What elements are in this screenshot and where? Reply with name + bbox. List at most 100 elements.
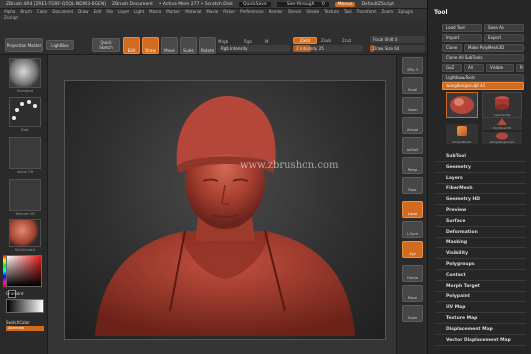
shelf-button[interactable]: Xyz	[402, 241, 423, 258]
tool-subpalette-item[interactable]: Polypaint	[446, 294, 470, 299]
edit-button[interactable]: Edit	[123, 37, 140, 54]
rgb-toggle[interactable]: Rgb	[244, 39, 252, 44]
draw-button[interactable]: Draw	[142, 37, 159, 54]
menu-item[interactable]: Layer	[118, 9, 129, 15]
tool-subpalette-item[interactable]: FiberMesh	[446, 186, 473, 191]
menu-item[interactable]: Stroke	[306, 9, 319, 15]
gradient-label[interactable]: Gradient	[6, 291, 23, 296]
shelf-button[interactable]: SPix 3	[402, 57, 423, 74]
tool-subpalette-item[interactable]: Texture Map	[446, 316, 477, 321]
tool-thumb-polymesh[interactable]: PolyMesh3D	[482, 118, 522, 130]
material-thumbnail[interactable]: SkinShade4	[9, 219, 41, 252]
quicksave-button[interactable]: QuickSave	[238, 1, 271, 7]
move-button[interactable]: Move	[161, 37, 178, 54]
tool-thumb-current[interactable]	[446, 92, 478, 118]
tool-subpalette-item[interactable]: Deformation	[446, 230, 478, 235]
tool-subpalette-item[interactable]: SubTool	[446, 154, 466, 159]
scale-button[interactable]: Scale	[180, 37, 197, 54]
tool-thumb-simplebrush[interactable]: SimpleBrush	[446, 124, 478, 144]
load-tool-button[interactable]: Load Tool	[442, 24, 482, 32]
color-picker[interactable]	[6, 255, 42, 287]
shelf-button[interactable]: Actual	[402, 117, 423, 134]
menu-item[interactable]: Render	[269, 9, 283, 15]
lightbox-button[interactable]: LightBox	[46, 40, 74, 50]
menu-item[interactable]: Marker	[166, 9, 180, 15]
menu-item[interactable]: Macro	[149, 9, 161, 15]
menu-item[interactable]: Brush	[20, 9, 32, 15]
tool-subpalette-item[interactable]: Polygroups	[446, 262, 475, 267]
shelf-button[interactable]: Move	[402, 285, 423, 302]
quick-sketch-button[interactable]: Quick Sketch	[92, 38, 120, 52]
zsub-toggle[interactable]: Zsub	[321, 38, 331, 43]
stroke-thumbnail[interactable]: Dots	[9, 97, 41, 132]
export-button[interactable]: Export	[484, 34, 524, 42]
focal-shift-slider[interactable]: Focal Shift 0	[370, 36, 425, 43]
clone-button[interactable]: Clone	[442, 44, 462, 52]
current-tool-slider[interactable]: wangdongsculpt 41	[442, 82, 524, 90]
clone-all-subtools-button[interactable]: Clone All SubTools	[442, 54, 524, 62]
rotate-button[interactable]: Rotate	[199, 37, 216, 54]
shelf-button[interactable]: L.Sym	[402, 221, 423, 238]
tool-subpalette-item[interactable]: Layers	[446, 176, 463, 181]
tool-subpalette-item[interactable]: Geometry HD	[446, 197, 480, 202]
rgb-intensity-slider[interactable]: Rgb Intensity	[218, 45, 290, 52]
import-button[interactable]: Import	[442, 34, 482, 42]
shelf-button[interactable]: Floor	[402, 177, 423, 194]
save-as-button[interactable]: Save As	[484, 24, 524, 32]
switch-color-button[interactable]: SwitchColor	[6, 320, 30, 325]
tool-subpalette-item[interactable]: Morph Target	[446, 284, 480, 289]
tool-subpalette-item[interactable]: UV Map	[446, 305, 465, 310]
alternate-button[interactable]: Alternate	[6, 326, 44, 331]
tool-thumb-wangdong[interactable]: wangdongsculpt	[482, 132, 522, 144]
menu-item[interactable]: Picker	[223, 9, 235, 15]
document-canvas[interactable]	[64, 80, 386, 340]
menu-item[interactable]: Color	[37, 9, 47, 15]
brush-thumbnail[interactable]: Standard	[9, 58, 41, 93]
menu-item[interactable]: Light	[134, 9, 144, 15]
shelf-button[interactable]: Local	[402, 201, 423, 218]
tool-subpalette-item[interactable]: Preview	[446, 208, 466, 213]
draw-size-slider[interactable]: Draw Size 64	[370, 45, 425, 52]
texture-thumbnail[interactable]: Texture Off	[9, 179, 41, 216]
menu-item[interactable]: Preferences	[240, 9, 264, 15]
shelf-button[interactable]: Persp	[402, 157, 423, 174]
menu-item[interactable]: Transform	[357, 9, 377, 15]
gradient-swatch[interactable]	[6, 299, 44, 313]
tool-thumb-cylinder[interactable]: Cylinder3D	[482, 92, 522, 118]
visible-button[interactable]: Visible	[486, 64, 514, 72]
default-zscript-button[interactable]: DefaultZScript	[361, 2, 394, 7]
tool-subpalette-item[interactable]: Masking	[446, 240, 467, 245]
menu-item[interactable]: Tool	[344, 9, 352, 15]
menus-button[interactable]: Menus	[334, 1, 356, 7]
alpha-thumbnail[interactable]: Alpha Off	[9, 137, 41, 174]
tool-subpalette-item[interactable]: Visibility	[446, 251, 468, 256]
menu-item[interactable]: File	[106, 9, 113, 15]
tool-subpalette-item[interactable]: Vector Displacement Map	[446, 338, 511, 343]
goz-button[interactable]: GoZ	[442, 64, 462, 72]
m-toggle[interactable]: M	[265, 39, 268, 44]
lightbox-tools-button[interactable]: Lightbox▸Tools	[442, 74, 524, 82]
r-button[interactable]: R	[516, 64, 524, 72]
menu-item[interactable]: Edit	[94, 9, 102, 15]
tool-subpalette-item[interactable]: Displacement Map	[446, 327, 493, 332]
z-intensity-slider[interactable]: Z Intensity 25	[293, 45, 363, 52]
mrgb-toggle[interactable]: Mrgb	[218, 39, 228, 44]
tool-subpalette-item[interactable]: Contact	[446, 273, 466, 278]
see-through-slider[interactable]: See-through 0	[276, 1, 329, 7]
tool-subpalette-item[interactable]: Geometry	[446, 165, 471, 170]
shelf-button[interactable]: Frame	[402, 265, 423, 282]
shelf-button[interactable]: AAHalf	[402, 137, 423, 154]
menu-item[interactable]: Draw	[78, 9, 88, 15]
tool-subpalette-item[interactable]: Surface	[446, 219, 465, 224]
projection-master-button[interactable]: Projection Master	[5, 38, 43, 52]
menu-item[interactable]: Texture	[324, 9, 339, 15]
all-button[interactable]: All	[464, 64, 484, 72]
menu-item[interactable]: Zoom	[382, 9, 394, 15]
menu-item[interactable]: Movie	[206, 9, 218, 15]
hue-strip[interactable]	[3, 255, 6, 287]
shelf-button[interactable]: Zoom	[402, 97, 423, 114]
menu-item[interactable]: Document	[52, 9, 73, 15]
menu-item[interactable]: Stencil	[288, 9, 302, 15]
make-polymesh-button[interactable]: Make PolyMesh3D	[464, 44, 524, 52]
menu-item[interactable]: Zplugin	[398, 9, 413, 15]
